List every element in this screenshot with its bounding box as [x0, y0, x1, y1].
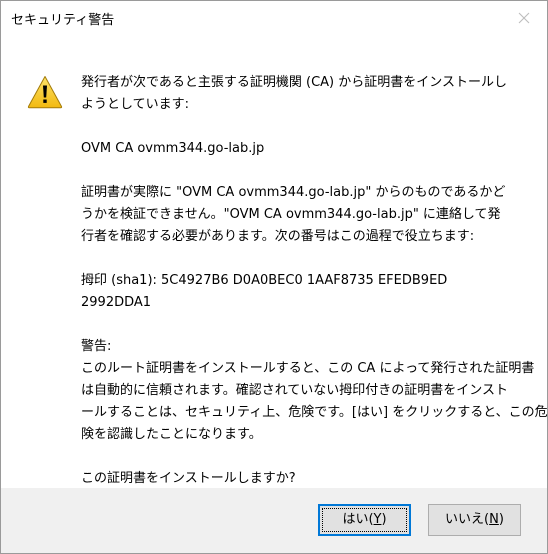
- install-question: この証明書をインストールしますか?: [81, 471, 296, 486]
- no-button-suffix: ): [498, 512, 504, 527]
- ca-name-text: OVM CA ovmm344.go-lab.jp: [81, 141, 265, 156]
- no-button-accel: N: [489, 512, 499, 527]
- message-text: 発行者が次であると主張する証明機関 (CA) から証明書をインストールし ようと…: [81, 72, 548, 490]
- close-icon: [518, 12, 530, 24]
- warning-line-3: ールすることは、セキュリティ上、危険です。[はい] をクリックすると、この危: [81, 405, 548, 420]
- security-warning-dialog: セキュリティ警告 発行者が次であると主張する証明機関 (CA) から証明書をイン…: [0, 0, 548, 554]
- warning-line-2: は自動的に信頼されます。確認されていない拇印付きの証明書をインスト: [81, 383, 509, 398]
- title-bar[interactable]: セキュリティ警告: [1, 1, 547, 41]
- thumbprint-line-2: 2992DDA1: [81, 295, 152, 310]
- thumbprint-line-1: 拇印 (sha1): 5C4927B6 D0A0BEC0 1AAF8735 EF…: [81, 273, 448, 288]
- verify-line-1: 証明書が実際に "OVM CA ovmm344.go-lab.jp" からのもの…: [81, 185, 506, 200]
- warning-line-4: 険を認識したことになります。: [81, 427, 262, 442]
- intro-line-2: ようとしています:: [81, 97, 189, 112]
- ca-name: OVM CA ovmm344.go-lab.jp: [81, 138, 521, 160]
- verify-paragraph: 証明書が実際に "OVM CA ovmm344.go-lab.jp" からのもの…: [81, 182, 521, 248]
- no-button-label: いいえ(: [445, 512, 490, 527]
- warning-line-1: このルート証明書をインストールすると、この CA によって発行された証明書: [81, 361, 535, 376]
- thumbprint-paragraph: 拇印 (sha1): 5C4927B6 D0A0BEC0 1AAF8735 EF…: [81, 270, 521, 314]
- verify-line-2: うかを検証できません。"OVM CA ovmm344.go-lab.jp" に連…: [81, 207, 501, 222]
- warning-paragraph: 警告: このルート証明書をインストールすると、この CA によって発行された証明…: [81, 336, 548, 446]
- button-bar: はい(Y) いいえ(N): [1, 488, 547, 553]
- intro-line-1: 発行者が次であると主張する証明機関 (CA) から証明書をインストールし: [81, 75, 507, 90]
- dialog-content: 発行者が次であると主張する証明機関 (CA) から証明書をインストールし ようと…: [1, 41, 548, 490]
- close-button[interactable]: [501, 1, 547, 35]
- yes-button[interactable]: はい(Y): [318, 504, 411, 536]
- focus-rectangle: [322, 508, 407, 532]
- verify-line-3: 行者を確認する必要があります。次の番号はこの過程で役立ちます:: [81, 229, 475, 244]
- no-button[interactable]: いいえ(N): [428, 504, 521, 536]
- question-paragraph: この証明書をインストールしますか?: [81, 468, 521, 490]
- warning-icon: [27, 76, 63, 109]
- warning-heading: 警告:: [81, 339, 112, 354]
- intro-paragraph: 発行者が次であると主張する証明機関 (CA) から証明書をインストールし ようと…: [81, 72, 521, 116]
- dialog-title: セキュリティ警告: [11, 13, 115, 28]
